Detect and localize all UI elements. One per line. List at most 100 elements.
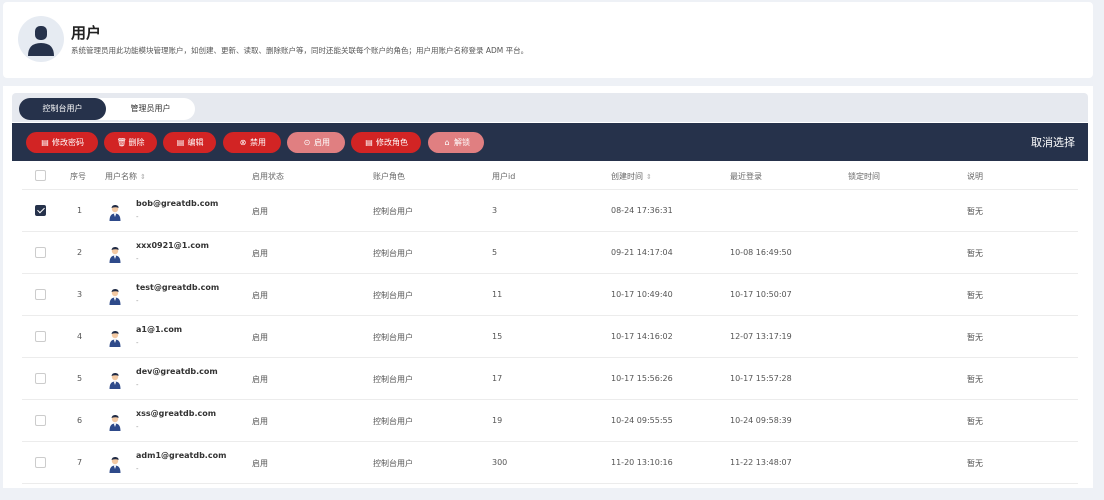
row-checkbox[interactable] bbox=[35, 289, 46, 300]
page-title: 用户 bbox=[71, 24, 102, 42]
tab-console-users[interactable]: 控制台用户 bbox=[19, 98, 106, 120]
user-id: 11 bbox=[492, 290, 503, 299]
user-id: 17 bbox=[492, 374, 503, 383]
table-row[interactable]: 3 test@greatdb.com - 启用 控制台用户 11 10-17 1… bbox=[22, 274, 1078, 316]
created-time: 11-20 13:10:16 bbox=[611, 458, 673, 467]
user-id: 5 bbox=[492, 248, 498, 257]
last-login-time: 10-24 09:58:39 bbox=[730, 416, 792, 425]
table-row[interactable]: 5 dev@greatdb.com - 启用 控制台用户 17 10-17 15… bbox=[22, 358, 1078, 400]
user-id: 300 bbox=[492, 458, 508, 467]
created-time: 10-24 09:55:55 bbox=[611, 416, 673, 425]
last-login-time: 10-08 16:49:50 bbox=[730, 248, 792, 257]
row-checkbox[interactable] bbox=[35, 415, 46, 426]
cancel-selection-link[interactable]: 取消选择 bbox=[1031, 134, 1075, 150]
last-login-time: 10-17 10:50:07 bbox=[730, 290, 792, 299]
user-avatar-icon bbox=[109, 246, 121, 263]
user-id: 3 bbox=[492, 206, 498, 215]
table-row[interactable]: 4 a1@1.com - 启用 控制台用户 15 10-17 14:16:02 … bbox=[22, 316, 1078, 358]
ban-icon: ⊗ bbox=[239, 138, 247, 147]
delete-button[interactable]: 🗑 删除 bbox=[104, 132, 157, 153]
row-checkbox[interactable] bbox=[35, 205, 46, 216]
user-role: 控制台用户 bbox=[373, 459, 413, 468]
user-status: 启用 bbox=[252, 291, 268, 300]
user-id: 15 bbox=[492, 332, 503, 341]
user-note: 暂无 bbox=[967, 249, 983, 258]
user-avatar-icon bbox=[109, 414, 121, 431]
user-name: dev@greatdb.com bbox=[136, 367, 218, 376]
col-locked: 锁定时间 bbox=[848, 172, 880, 181]
user-role: 控制台用户 bbox=[373, 291, 413, 300]
user-avatar-icon bbox=[18, 16, 64, 62]
user-name: bob@greatdb.com bbox=[136, 199, 219, 208]
row-index: 5 bbox=[77, 374, 83, 383]
user-sub: - bbox=[136, 423, 139, 431]
row-index: 2 bbox=[77, 248, 83, 257]
user-name: xxx0921@1.com bbox=[136, 241, 209, 250]
edit-button[interactable]: ▤ 编辑 bbox=[163, 132, 216, 153]
user-sub: - bbox=[136, 381, 139, 389]
user-sub: - bbox=[136, 213, 139, 221]
edit-icon: ▤ bbox=[176, 138, 185, 147]
user-note: 暂无 bbox=[967, 333, 983, 342]
user-status: 启用 bbox=[252, 333, 268, 342]
col-note: 说明 bbox=[967, 172, 983, 181]
user-note: 暂无 bbox=[967, 459, 983, 468]
users-table: 序号 用户名称 ⇕ 启用状态 账户角色 用户id 创建时间 ⇕ 最近登录 锁定时间 … bbox=[22, 162, 1078, 484]
user-role: 控制台用户 bbox=[373, 417, 413, 426]
user-sub: - bbox=[136, 255, 139, 263]
user-status: 启用 bbox=[252, 417, 268, 426]
user-status: 启用 bbox=[252, 375, 268, 384]
user-note: 暂无 bbox=[967, 375, 983, 384]
table-row[interactable]: 2 xxx0921@1.com - 启用 控制台用户 5 09-21 14:17… bbox=[22, 232, 1078, 274]
created-time: 09-21 14:17:04 bbox=[611, 248, 673, 257]
last-login-time: 12-07 13:17:19 bbox=[730, 332, 792, 341]
tab-bar: 控制台用户 管理员用户 bbox=[12, 93, 1088, 122]
user-note: 暂无 bbox=[967, 291, 983, 300]
last-login-time: 11-22 13:48:07 bbox=[730, 458, 792, 467]
col-uid: 用户id bbox=[492, 172, 516, 181]
table-row[interactable]: 1 bob@greatdb.com - 启用 控制台用户 3 08-24 17:… bbox=[22, 190, 1078, 232]
col-index: 序号 bbox=[70, 172, 86, 181]
col-status: 启用状态 bbox=[252, 172, 284, 181]
enable-button[interactable]: ⊙ 启用 bbox=[287, 132, 345, 153]
user-note: 暂无 bbox=[967, 417, 983, 426]
tab-admin-users[interactable]: 管理员用户 bbox=[106, 98, 195, 120]
sort-icon[interactable]: ⇕ bbox=[140, 173, 146, 181]
sort-icon[interactable]: ⇕ bbox=[646, 173, 652, 181]
change-role-button[interactable]: ▤ 修改角色 bbox=[351, 132, 421, 153]
user-note: 暂无 bbox=[967, 207, 983, 216]
user-status: 启用 bbox=[252, 249, 268, 258]
disable-button[interactable]: ⊗ 禁用 bbox=[223, 132, 281, 153]
table-body: 1 bob@greatdb.com - 启用 控制台用户 3 08-24 17:… bbox=[22, 190, 1078, 484]
last-login-time: 10-17 15:57:28 bbox=[730, 374, 792, 383]
row-checkbox[interactable] bbox=[35, 373, 46, 384]
edit-icon: ▤ bbox=[41, 138, 49, 147]
user-sub: - bbox=[136, 339, 139, 347]
select-all-checkbox[interactable] bbox=[35, 170, 46, 181]
col-name[interactable]: 用户名称 ⇕ bbox=[105, 171, 146, 182]
user-name: xss@greatdb.com bbox=[136, 409, 217, 418]
page-description: 系统管理员用此功能模块管理账户，如创建、更新、读取、删除账户等，同时还能关联每个… bbox=[71, 46, 529, 55]
user-role: 控制台用户 bbox=[373, 375, 413, 384]
row-checkbox[interactable] bbox=[35, 247, 46, 258]
row-index: 4 bbox=[77, 332, 83, 341]
row-checkbox[interactable] bbox=[35, 331, 46, 342]
row-index: 6 bbox=[77, 416, 83, 425]
change-password-button[interactable]: ▤ 修改密码 bbox=[26, 132, 98, 153]
created-time: 10-17 14:16:02 bbox=[611, 332, 673, 341]
page-header: 用户 系统管理员用此功能模块管理账户，如创建、更新、读取、删除账户等，同时还能关… bbox=[3, 2, 1093, 78]
row-index: 3 bbox=[77, 290, 83, 299]
user-role: 控制台用户 bbox=[373, 207, 413, 216]
user-status: 启用 bbox=[252, 207, 268, 216]
unlock-button[interactable]: ⌂ 解锁 bbox=[428, 132, 484, 153]
col-last-login: 最近登录 bbox=[730, 172, 762, 181]
action-toolbar: ▤ 修改密码 🗑 删除 ▤ 编辑 ⊗ 禁用 ⊙ 启用 ▤ 修改角色 ⌂ 解锁 取消选择 bbox=[12, 123, 1088, 161]
created-time: 10-17 10:49:40 bbox=[611, 290, 673, 299]
row-checkbox[interactable] bbox=[35, 457, 46, 468]
table-row[interactable]: 7 adm1@greatdb.com - 启用 控制台用户 300 11-20 … bbox=[22, 442, 1078, 484]
user-sub: - bbox=[136, 297, 139, 305]
table-row[interactable]: 6 xss@greatdb.com - 启用 控制台用户 19 10-24 09… bbox=[22, 400, 1078, 442]
col-created[interactable]: 创建时间 ⇕ bbox=[611, 171, 652, 182]
user-avatar-icon bbox=[109, 372, 121, 389]
edit-icon: ▤ bbox=[365, 138, 373, 147]
